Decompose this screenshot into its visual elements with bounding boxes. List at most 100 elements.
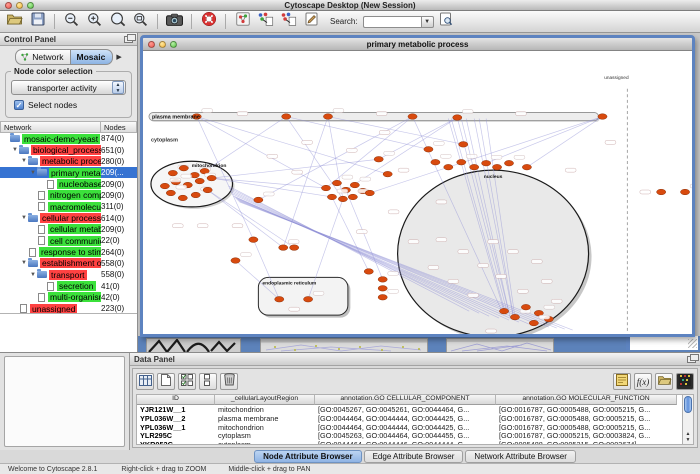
column-header[interactable]: annotation.GO CELLULAR_COMPONENT [315,395,496,405]
table-row[interactable]: YPL036W__2plasma membrane[GO:0044464, GO… [137,414,682,423]
network-node[interactable] [521,304,530,310]
tree-item-transport[interactable]: ▼transport558(0) [0,269,137,280]
network-node[interactable] [321,185,330,191]
tab-overflow-arrow[interactable]: ▶ [116,53,121,61]
note-button[interactable] [613,373,631,390]
network-node[interactable] [348,194,357,200]
network-node[interactable] [383,171,392,177]
node-color-dropdown[interactable]: transporter activity ▲▼ [11,80,126,95]
network-window-titlebar[interactable]: primary metabolic process [143,38,692,51]
network-node[interactable] [290,245,299,251]
tree-item-multi-organism-pro[interactable]: multi-organism pro42(0) [0,292,137,303]
float-panel-icon[interactable] [124,36,133,43]
network-node[interactable] [168,170,177,176]
network-node[interactable] [323,114,332,120]
expand-arrow-icon[interactable]: ▼ [11,147,19,153]
column-header[interactable]: ID [137,395,215,405]
table-row[interactable]: YKR052Ccytoplasm[GO:0044464, GO:0044446,… [137,440,682,445]
zoom-in-button[interactable] [84,12,105,31]
tree-item-cellular-process[interactable]: ▼cellular process614(0) [0,212,137,223]
tree-item-nucleobase-[interactable]: nucleobase-209(0) [0,178,137,189]
attribute-table-button[interactable] [136,373,154,390]
tree-item-metabolic-process[interactable]: ▼metabolic process280(0) [0,156,137,167]
network-node[interactable] [327,194,336,200]
help-button[interactable] [198,12,219,31]
network-node[interactable] [191,192,200,198]
select-nodes-checkbox[interactable]: ✓ [14,100,24,110]
network-node[interactable] [378,294,387,300]
network-node[interactable] [444,164,453,170]
plasma-membrane-region[interactable] [149,113,599,121]
search-input[interactable] [363,16,421,28]
network-node[interactable] [378,286,387,292]
resize-grip-icon[interactable] [688,339,697,348]
tree-item-unassigned[interactable]: unassigned223(0) [0,303,137,314]
network-node[interactable] [338,196,347,202]
network-node[interactable] [207,175,216,181]
network-node[interactable] [203,187,212,193]
tab-network[interactable]: Network [15,49,71,65]
search-dropdown-arrow[interactable]: ▼ [421,16,434,28]
column-header[interactable]: annotation.GO MOLECULAR_FUNCTION [496,395,677,405]
network-node[interactable] [195,178,204,184]
snapshot-button[interactable] [164,12,185,31]
attribute-matrix-button[interactable] [676,373,694,390]
expand-arrow-icon[interactable]: ▼ [20,158,28,164]
tree-column-network[interactable]: Network [0,121,101,133]
network-node[interactable] [350,182,359,188]
expand-arrow-icon[interactable]: ▼ [29,272,37,278]
tree-item-response-to-stimul[interactable]: response to stimul264(0) [0,246,137,257]
network-node[interactable] [304,296,313,302]
network-node[interactable] [282,114,291,120]
network-node[interactable] [431,159,440,165]
tab-edge-attribute-browser[interactable]: Edge Attribute Browser [364,450,464,463]
attribute-list-button[interactable] [199,373,217,390]
select-attributes-button[interactable] [178,373,196,390]
tree-item-biological-process[interactable]: ▼biological_process651(0) [0,144,137,155]
scrollbar-arrows-icon[interactable]: ▲▼ [683,432,693,443]
network-node[interactable] [504,160,513,166]
function-builder-button[interactable]: f(x) [634,373,652,390]
network-node[interactable] [657,189,666,195]
network-node[interactable] [332,180,341,186]
network-node[interactable] [453,115,462,121]
tab-network-attribute-browser[interactable]: Network Attribute Browser [465,450,575,463]
copy-network-button[interactable] [255,12,276,31]
delete-attribute-button[interactable] [220,373,238,390]
network-node[interactable] [424,147,433,153]
scrollbar-thumb[interactable] [684,396,692,413]
network-node[interactable] [279,245,288,251]
expand-arrow-icon[interactable]: ▼ [20,260,28,266]
network-overview-button[interactable] [232,12,253,31]
paste-network-button[interactable] [278,12,299,31]
nucleus-region[interactable] [398,170,589,334]
network-node[interactable] [160,183,169,189]
network-node[interactable] [470,164,479,170]
tree-item-secretion[interactable]: secretion41(0) [0,280,137,291]
table-row[interactable]: YJR121W__1mitochondrion[GO:0045267, GO:0… [137,405,682,414]
save-session-button[interactable] [27,12,48,31]
network-node[interactable] [249,237,258,243]
tab-node-attribute-browser[interactable]: Node Attribute Browser [254,450,362,463]
network-node[interactable] [529,320,538,326]
network-node[interactable] [179,165,188,171]
network-node[interactable] [499,308,508,314]
new-attribute-button[interactable] [157,373,175,390]
network-node[interactable] [598,114,607,120]
import-attributes-button[interactable] [655,373,673,390]
tree-item-nitrogen-compo[interactable]: nitrogen compo209(0) [0,190,137,201]
float-panel-icon[interactable] [687,356,696,363]
tree-column-nodes[interactable]: Nodes [101,121,137,133]
network-node[interactable] [364,269,373,275]
network-node[interactable] [510,314,519,320]
tab-mosaic[interactable]: Mosaic [71,49,113,65]
network-node[interactable] [378,277,387,283]
table-scrollbar[interactable]: ▲▼ [683,394,694,445]
network-canvas[interactable]: plasma membranecytoplasmmitochondrionnuc… [143,51,692,334]
network-node[interactable] [178,195,187,201]
tree-item-macromolecule[interactable]: macromolecule311(0) [0,201,137,212]
network-node[interactable] [457,159,466,165]
zoom-fit-button[interactable] [130,12,151,31]
network-node[interactable] [231,258,240,264]
network-node[interactable] [275,296,284,302]
